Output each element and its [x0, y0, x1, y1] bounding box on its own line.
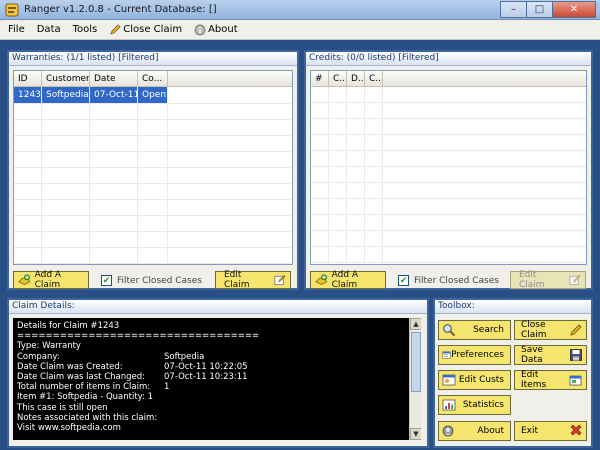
pencil-icon: [110, 24, 121, 35]
scroll-up-icon[interactable]: ▲: [410, 318, 421, 330]
add-claim-icon: [18, 274, 31, 285]
close-button[interactable]: ✕: [552, 1, 596, 18]
preferences-icon: [442, 351, 451, 359]
exit-button[interactable]: Exit: [514, 421, 587, 441]
menu-about[interactable]: About: [194, 24, 238, 36]
window-controls: – □ ✕: [500, 1, 596, 18]
edit-custs-button[interactable]: Edit Custs: [438, 370, 511, 390]
detail-line: Date Claim was last Changed: 07-Oct-11 10…: [17, 372, 248, 383]
menu-file[interactable]: File: [8, 24, 25, 35]
menu-close-claim[interactable]: Close Claim: [109, 24, 182, 36]
credits-panel: Credits: (0/0 listed) [Filtered] # C... …: [304, 50, 593, 290]
save-data-button[interactable]: Save Data: [514, 345, 587, 365]
menu-data[interactable]: Data: [37, 24, 61, 35]
toolbox-panel: Toolbox: Search Close Claim Preferences …: [433, 298, 593, 448]
edit-customers-icon: [442, 374, 456, 386]
statistics-icon: [442, 399, 456, 411]
detail-line: Company: Softpedia: [17, 351, 205, 362]
credits-edit-claim-button[interactable]: Edit Claim: [510, 270, 586, 290]
credits-filter-closed-cases-checkbox[interactable]: ✔ Filter Closed Cases: [398, 275, 499, 286]
about-button[interactable]: About: [438, 421, 511, 441]
pencil-icon: [570, 324, 582, 336]
detail-line: ==================================: [17, 331, 260, 342]
warranties-list[interactable]: ID Customer Date Co... 1243 Softpedia 07…: [13, 70, 293, 265]
maximize-button[interactable]: □: [526, 1, 552, 18]
column-date[interactable]: Date: [90, 71, 138, 86]
column-status[interactable]: Co...: [138, 71, 168, 86]
close-claim-button[interactable]: Close Claim: [514, 320, 587, 340]
column-c1[interactable]: C...: [329, 71, 347, 86]
claim-details-text[interactable]: Details for Claim #1243 ================…: [13, 318, 421, 440]
search-button[interactable]: Search: [438, 320, 511, 340]
edit-claim-icon: [274, 274, 286, 286]
checkmark-icon: ✔: [398, 275, 409, 286]
edit-items-button[interactable]: Edit Items: [514, 370, 587, 390]
detail-line: Details for Claim #1243: [17, 321, 120, 331]
filter-closed-cases-checkbox[interactable]: ✔ Filter Closed Cases: [101, 275, 202, 286]
add-claim-icon: [315, 274, 328, 285]
about-icon: [442, 425, 454, 437]
search-icon: [443, 324, 456, 337]
detail-line: Notes associated with this claim:: [17, 412, 158, 423]
detail-line: Item #1: Softpedia - Quantity: 1: [17, 392, 154, 403]
credits-list-header: # C... D... C...: [311, 71, 586, 87]
add-claim-button[interactable]: Add A Claim: [13, 270, 89, 290]
detail-line: Total number of items in Claim: 1: [17, 382, 170, 393]
app-icon: [5, 3, 19, 17]
details-scrollbar[interactable]: ▲ ▼: [409, 318, 421, 440]
scroll-thumb[interactable]: [411, 332, 421, 392]
info-icon: [194, 24, 206, 35]
edit-claim-button[interactable]: Edit Claim: [215, 270, 291, 290]
edit-items-icon: [569, 375, 582, 386]
detail-line: Visit www.softpedia.com: [17, 423, 121, 434]
minimize-button[interactable]: –: [500, 1, 526, 18]
warranties-list-header: ID Customer Date Co...: [14, 71, 292, 87]
credits-add-claim-button[interactable]: Add A Claim: [310, 270, 386, 290]
toolbox-header: Toolbox:: [435, 300, 591, 314]
preferences-button[interactable]: Preferences: [438, 345, 511, 365]
column-customer[interactable]: Customer: [42, 71, 90, 86]
claim-details-panel: Claim Details: Details for Claim #1243 =…: [7, 298, 429, 448]
statistics-button[interactable]: Statistics: [438, 395, 511, 415]
detail-line: Type: Warranty: [17, 341, 81, 352]
claim-details-header: Claim Details:: [9, 300, 427, 314]
checkmark-icon: ✔: [101, 275, 112, 286]
menu-bar: File Data Tools Close Claim About: [0, 20, 600, 40]
edit-claim-icon: [569, 274, 581, 286]
title-bar: Ranger v1.2.0.8 - Current Database: [] –…: [0, 0, 600, 20]
credits-header: Credits: (0/0 listed) [Filtered]: [306, 52, 591, 66]
scroll-down-icon[interactable]: ▼: [410, 428, 421, 440]
detail-line: This case is still open: [17, 402, 108, 413]
column-number[interactable]: #: [311, 71, 329, 86]
detail-line: Date Claim was Created: 07-Oct-11 10:22:0…: [17, 361, 248, 372]
warranties-header: Warranties: (1/1 listed) [Filtered]: [9, 52, 297, 66]
column-d[interactable]: D...: [347, 71, 365, 86]
window-title: Ranger v1.2.0.8 - Current Database: []: [24, 4, 217, 15]
warranties-panel: Warranties: (1/1 listed) [Filtered] ID C…: [7, 50, 299, 290]
credits-list[interactable]: # C... D... C...: [310, 70, 587, 265]
column-id[interactable]: ID: [14, 71, 42, 86]
floppy-disk-icon: [570, 349, 582, 361]
exit-icon: [570, 424, 582, 436]
column-c2[interactable]: C...: [365, 71, 383, 86]
menu-tools[interactable]: Tools: [73, 24, 98, 35]
